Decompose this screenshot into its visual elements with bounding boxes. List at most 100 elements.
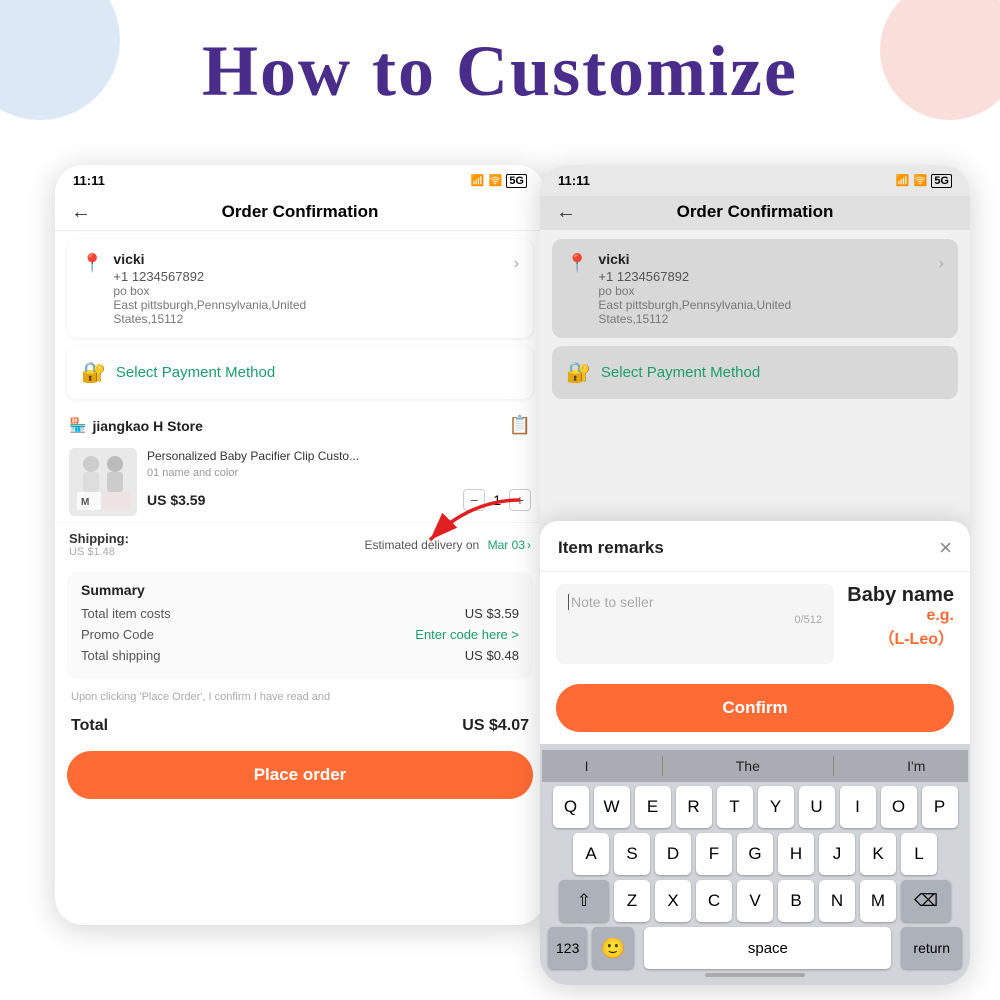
location-icon-right: 📍	[566, 253, 588, 274]
key-y[interactable]: Y	[758, 786, 794, 828]
numbers-key[interactable]: 123	[548, 927, 587, 969]
key-c[interactable]: C	[696, 880, 732, 922]
status-icons-left: 📶 🛜 5G	[471, 174, 527, 188]
key-n[interactable]: N	[819, 880, 855, 922]
battery-icon: 5G	[506, 174, 527, 188]
note-area[interactable]: Note to seller 0/512	[556, 584, 834, 664]
key-u[interactable]: U	[799, 786, 835, 828]
suggestion-im[interactable]: I'm	[895, 756, 937, 776]
address-line1-right: po box	[598, 284, 928, 298]
key-l[interactable]: L	[901, 833, 937, 875]
key-q[interactable]: Q	[553, 786, 589, 828]
address-phone-right: +1 1234567892	[598, 269, 928, 284]
key-v[interactable]: V	[737, 880, 773, 922]
shipping-total-label: Total shipping	[81, 648, 161, 663]
delete-key[interactable]: ⌫	[901, 880, 951, 922]
arrow-decoration	[390, 490, 530, 550]
address-name: vicki	[113, 251, 503, 267]
modal-close-button[interactable]: ×	[939, 535, 952, 561]
time-right: 11:11	[558, 173, 590, 188]
time-left: 11:11	[73, 173, 105, 188]
nav-bar-left: ← Order Confirmation	[55, 196, 545, 231]
address-line2: East pittsburgh,Pennsylvania,United	[113, 298, 503, 312]
wifi-icon-right: 🛜	[914, 174, 928, 187]
key-t[interactable]: T	[717, 786, 753, 828]
suggestion-divider-2	[833, 756, 834, 776]
key-row-3: ⇧ Z X C V B N M ⌫	[542, 880, 968, 922]
address-card-dark: 📍 vicki +1 1234567892 po box East pittsb…	[552, 239, 958, 338]
key-d[interactable]: D	[655, 833, 691, 875]
place-order-button[interactable]: Place order	[67, 751, 533, 799]
key-e[interactable]: E	[635, 786, 671, 828]
emoji-key[interactable]: 🙂	[592, 927, 634, 969]
key-row-bottom: 123 🙂 space return	[542, 927, 968, 969]
return-key[interactable]: return	[901, 927, 962, 969]
key-p[interactable]: P	[922, 786, 958, 828]
battery-icon-right: 5G	[931, 174, 952, 188]
key-f[interactable]: F	[696, 833, 732, 875]
note-icon[interactable]: 📋	[509, 415, 531, 436]
product-title: Personalized Baby Pacifier Clip Custo...	[147, 448, 531, 465]
payment-label: Select Payment Method	[116, 364, 275, 381]
address-line3-right: States,15112	[598, 312, 928, 326]
chevron-right-icon-right: ›	[939, 255, 944, 273]
status-bar-right: 11:11 📶 🛜 5G	[540, 165, 970, 196]
address-card[interactable]: 📍 vicki +1 1234567892 po box East pittsb…	[67, 239, 533, 338]
total-value: US $4.07	[462, 717, 529, 735]
promo-label: Promo Code	[81, 627, 154, 642]
example-name: （L-Leo）	[844, 625, 954, 649]
key-a[interactable]: A	[573, 833, 609, 875]
space-key[interactable]: space	[644, 927, 891, 969]
key-r[interactable]: R	[676, 786, 712, 828]
shift-key[interactable]: ⇧	[559, 880, 609, 922]
key-o[interactable]: O	[881, 786, 917, 828]
home-indicator	[705, 973, 805, 977]
key-g[interactable]: G	[737, 833, 773, 875]
total-row: Total US $4.07	[55, 709, 545, 743]
key-z[interactable]: Z	[614, 880, 650, 922]
status-bar-left: 11:11 📶 🛜 5G	[55, 165, 545, 196]
key-m[interactable]: M	[860, 880, 896, 922]
chevron-right-icon: ›	[514, 255, 519, 273]
key-i[interactable]: I	[840, 786, 876, 828]
key-w[interactable]: W	[594, 786, 630, 828]
key-x[interactable]: X	[655, 880, 691, 922]
back-button-right[interactable]: ←	[556, 201, 576, 224]
promo-value[interactable]: Enter code here >	[415, 627, 519, 642]
product-variant: 01 name and color	[147, 467, 531, 479]
summary-shipping-row: Total shipping US $0.48	[81, 648, 519, 663]
address-line1: po box	[113, 284, 503, 298]
baby-name-label: Baby name	[844, 584, 954, 607]
suggestion-divider-1	[662, 756, 663, 776]
shipping-total-value: US $0.48	[465, 648, 519, 663]
key-j[interactable]: J	[819, 833, 855, 875]
key-h[interactable]: H	[778, 833, 814, 875]
status-icons-right: 📶 🛜 5G	[896, 174, 952, 188]
payment-card-dark[interactable]: 🔐 Select Payment Method	[552, 346, 958, 399]
summary-promo-row[interactable]: Promo Code Enter code here >	[81, 627, 519, 642]
key-b[interactable]: B	[778, 880, 814, 922]
key-k[interactable]: K	[860, 833, 896, 875]
item-cost-value: US $3.59	[465, 606, 519, 621]
key-s[interactable]: S	[614, 833, 650, 875]
store-icon: 🏪	[69, 417, 86, 434]
note-placeholder: Note to seller	[571, 594, 653, 610]
key-row-1: Q W E R T Y U I O P	[542, 786, 968, 828]
payment-card[interactable]: 🔐 Select Payment Method	[67, 346, 533, 399]
phone-right: 11:11 📶 🛜 5G ← Order Confirmation 📍 vick…	[540, 165, 970, 985]
svg-text:M: M	[81, 497, 89, 508]
suggestion-row: I The I'm	[542, 750, 968, 782]
keyboard: I The I'm Q W E R T Y U I O P A	[540, 744, 970, 985]
suggestion-the[interactable]: The	[724, 756, 772, 776]
shipping-label: Shipping:	[69, 531, 129, 546]
signal-icon: 📶	[471, 174, 485, 187]
suggestion-i[interactable]: I	[573, 756, 601, 776]
back-button-left[interactable]: ←	[71, 201, 91, 224]
confirm-button[interactable]: Confirm	[556, 684, 954, 732]
page-title-right: Order Confirmation	[677, 202, 834, 222]
signal-icon-right: 📶	[896, 174, 910, 187]
note-counter: 0/512	[568, 614, 822, 626]
product-price: US $3.59	[147, 492, 205, 508]
baby-name-hint: Baby name e.g. （L-Leo）	[844, 572, 954, 649]
address-info: vicki +1 1234567892 po box East pittsbur…	[113, 251, 503, 326]
